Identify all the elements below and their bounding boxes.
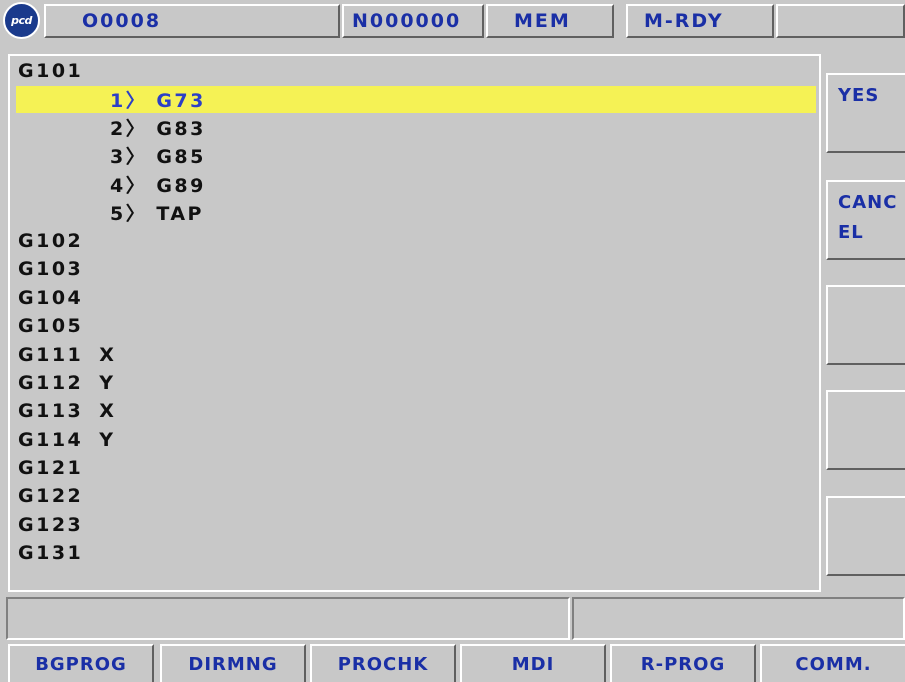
dirmng-button[interactable]: DIRMNG xyxy=(160,644,306,682)
status-indicator: M-RDY xyxy=(626,4,774,38)
list-item-selected[interactable]: 1〉 G73 xyxy=(110,86,206,112)
list-item[interactable]: G113 X xyxy=(18,398,116,424)
list-item[interactable]: G121 xyxy=(18,455,83,481)
list-item[interactable]: G103 xyxy=(18,256,83,282)
list-item[interactable]: G104 xyxy=(18,285,83,311)
list-item[interactable]: G102 xyxy=(18,228,83,254)
program-number: O0008 xyxy=(44,4,340,38)
message-field-left xyxy=(6,597,570,640)
cancel-button[interactable]: CANC EL xyxy=(826,180,905,260)
list-item[interactable]: G111 X xyxy=(18,342,116,368)
list-item[interactable]: 5〉 TAP xyxy=(110,199,204,225)
r-prog-button[interactable]: R-PROG xyxy=(610,644,756,682)
list-item[interactable]: G122 xyxy=(18,483,83,509)
list-item[interactable]: 4〉 G89 xyxy=(110,171,206,197)
list-item[interactable]: G105 xyxy=(18,313,83,339)
list-item[interactable]: 2〉 G83 xyxy=(110,114,206,140)
bgprog-button[interactable]: BGPROG xyxy=(8,644,154,682)
sequence-number: N000000 xyxy=(342,4,484,38)
prochk-button[interactable]: PROCHK xyxy=(310,644,456,682)
list-item[interactable]: 3〉 G85 xyxy=(110,142,206,168)
mdi-button[interactable]: MDI xyxy=(460,644,606,682)
list-item[interactable]: G123 xyxy=(18,512,83,538)
list-item[interactable]: G114 Y xyxy=(18,427,116,453)
soft-key-3[interactable] xyxy=(826,285,905,365)
soft-key-5[interactable] xyxy=(826,496,905,576)
comm-button[interactable]: COMM. xyxy=(760,644,905,682)
soft-key-4[interactable] xyxy=(826,390,905,470)
list-item[interactable]: G112 Y xyxy=(18,370,116,396)
list-item[interactable]: G101 xyxy=(18,58,83,84)
pcd-logo: pcd xyxy=(3,2,40,39)
mode-indicator: MEM xyxy=(486,4,614,38)
yes-button[interactable]: YES xyxy=(826,73,905,153)
status-extra xyxy=(776,4,905,38)
list-item[interactable]: G131 xyxy=(18,540,83,566)
message-field-right xyxy=(572,597,905,640)
